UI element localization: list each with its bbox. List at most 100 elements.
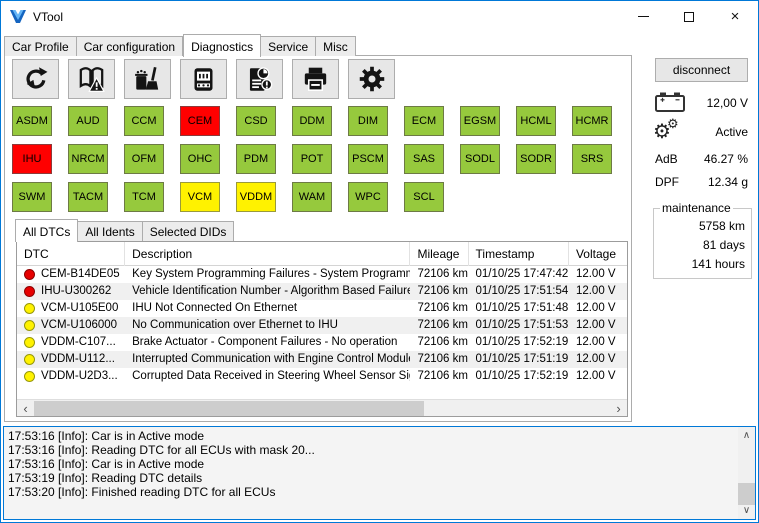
- gear-icon: [358, 65, 386, 93]
- table-row[interactable]: VDDM-U112... Interrupted Communication w…: [17, 351, 627, 368]
- titlebar[interactable]: VTool ×: [1, 1, 758, 32]
- main-tab[interactable]: Service: [261, 36, 316, 56]
- ecu-button[interactable]: SODL: [460, 144, 500, 174]
- ecu-button[interactable]: WAM: [292, 182, 332, 212]
- dtc-voltage-cell: 12.00 V: [569, 334, 627, 351]
- main-tab[interactable]: Car configuration: [77, 36, 183, 56]
- dem-display-button[interactable]: [180, 59, 227, 99]
- ecu-button[interactable]: VCM: [180, 182, 220, 212]
- hscroll-track[interactable]: [34, 400, 610, 417]
- dtc-voltage-cell: 12.00 V: [569, 283, 627, 300]
- ecu-button[interactable]: TCM: [124, 182, 164, 212]
- ecu-button[interactable]: DDM: [292, 106, 332, 136]
- column-header-mileage[interactable]: Mileage: [410, 242, 468, 266]
- dtc-code: VCM-U106000: [41, 317, 117, 334]
- ecu-button[interactable]: TACM: [68, 182, 108, 212]
- dtc-code: VCM-U105E00: [41, 300, 118, 317]
- ecu-button[interactable]: CEM: [180, 106, 220, 136]
- ecu-button[interactable]: CSD: [236, 106, 276, 136]
- column-header-description[interactable]: Description: [125, 242, 410, 266]
- disconnect-button[interactable]: disconnect: [655, 58, 748, 82]
- dtc-tab[interactable]: All DTCs: [15, 219, 78, 242]
- mode-row: ⚙⚙ Active: [655, 119, 748, 145]
- log-textbox[interactable]: 17:53:16 [Info]: Car is in Active mode 1…: [3, 426, 756, 520]
- settings-button[interactable]: [348, 59, 395, 99]
- table-row[interactable]: IHU-U300262 Vehicle Identification Numbe…: [17, 283, 627, 300]
- scroll-right-icon[interactable]: ›: [610, 400, 627, 417]
- ecu-button[interactable]: ECM: [404, 106, 444, 136]
- refresh-button[interactable]: [12, 59, 59, 99]
- trash-broom-icon: [134, 66, 161, 93]
- ecu-button[interactable]: ASDM: [12, 106, 52, 136]
- ecu-button[interactable]: VDDM: [236, 182, 276, 212]
- dtc-tab[interactable]: All Idents: [78, 221, 142, 241]
- dtc-description-cell: Corrupted Data Received in Steering Whee…: [125, 368, 410, 385]
- ecu-button[interactable]: WPC: [348, 182, 388, 212]
- scroll-down-icon[interactable]: ∨: [738, 502, 755, 519]
- dtc-description-cell: IHU Not Connected On Ethernet: [125, 300, 410, 317]
- dtc-code: IHU-U300262: [41, 283, 111, 300]
- minimize-button[interactable]: [620, 1, 666, 32]
- table-horizontal-scrollbar[interactable]: ‹ ›: [17, 399, 627, 416]
- ecu-button[interactable]: SODR: [516, 144, 556, 174]
- table-row[interactable]: VDDM-C107... Brake Actuator - Component …: [17, 334, 627, 351]
- read-dtc-button[interactable]: [68, 59, 115, 99]
- print-button[interactable]: [292, 59, 339, 99]
- dtc-code-cell: CEM-B14DE05: [17, 266, 125, 283]
- log-line: 17:53:16 [Info]: Car is in Active mode: [8, 457, 734, 471]
- column-header-dtc[interactable]: DTC: [17, 242, 125, 266]
- ecu-button[interactable]: POT: [292, 144, 332, 174]
- adb-label: AdB: [655, 152, 678, 166]
- log-lines: 17:53:16 [Info]: Car is in Active mode 1…: [4, 427, 738, 519]
- ecu-button[interactable]: SCL: [404, 182, 444, 212]
- ecu-button[interactable]: PSCM: [348, 144, 388, 174]
- dtc-description-cell: Key System Programming Failures - System…: [125, 266, 410, 283]
- ecu-button[interactable]: CCM: [124, 106, 164, 136]
- clear-dtc-button[interactable]: [124, 59, 171, 99]
- severity-dot-icon: [24, 354, 35, 365]
- ecu-button[interactable]: OFM: [124, 144, 164, 174]
- ecu-button[interactable]: EGSM: [460, 106, 500, 136]
- ecu-button[interactable]: HCMR: [572, 106, 612, 136]
- dtc-report-button[interactable]: [236, 59, 283, 99]
- dtc-code-cell: VCM-U105E00: [17, 300, 125, 317]
- ecu-button[interactable]: HCML: [516, 106, 556, 136]
- scroll-up-icon[interactable]: ∧: [738, 427, 755, 444]
- table-row[interactable]: VCM-U106000 No Communication over Ethern…: [17, 317, 627, 334]
- column-header-timestamp[interactable]: Timestamp: [469, 242, 569, 266]
- window-title: VTool: [33, 10, 63, 24]
- table-row[interactable]: VDDM-U2D3... Corrupted Data Received in …: [17, 368, 627, 385]
- maintenance-km: 5758 km: [660, 217, 745, 236]
- ecu-button[interactable]: SRS: [572, 144, 612, 174]
- column-header-voltage[interactable]: Voltage: [569, 242, 627, 266]
- ecu-button[interactable]: PDM: [236, 144, 276, 174]
- dtc-code-cell: VCM-U106000: [17, 317, 125, 334]
- dtc-tabstrip: All DTCs All Idents Selected DIDs: [15, 219, 234, 241]
- main-tab[interactable]: Misc: [316, 36, 356, 56]
- table-row[interactable]: CEM-B14DE05 Key System Programming Failu…: [17, 266, 627, 283]
- ecu-button[interactable]: NRCM: [68, 144, 108, 174]
- hscroll-thumb[interactable]: [34, 401, 424, 416]
- ecu-button[interactable]: IHU: [12, 144, 52, 174]
- ecu-button[interactable]: OHC: [180, 144, 220, 174]
- maintenance-title: maintenance: [660, 201, 733, 215]
- dtc-mileage-cell: 72106 km: [410, 334, 468, 351]
- main-tab[interactable]: Car Profile: [4, 36, 77, 56]
- refresh-icon: [23, 66, 49, 92]
- main-tab[interactable]: Diagnostics: [183, 34, 261, 57]
- dtc-voltage-cell: 12.00 V: [569, 351, 627, 368]
- gears-icon: ⚙⚙: [655, 120, 681, 144]
- dtc-tab[interactable]: Selected DIDs: [143, 221, 235, 241]
- log-vertical-scrollbar[interactable]: ∧ ∨: [738, 427, 755, 519]
- maximize-button[interactable]: [666, 1, 712, 32]
- close-button[interactable]: ×: [712, 1, 758, 32]
- ecu-button[interactable]: AUD: [68, 106, 108, 136]
- vtool-logo-icon: [10, 10, 26, 24]
- log-line: 17:53:16 [Info]: Car is in Active mode: [8, 429, 734, 443]
- table-row[interactable]: VCM-U105E00 IHU Not Connected On Etherne…: [17, 300, 627, 317]
- ecu-button[interactable]: SAS: [404, 144, 444, 174]
- ecu-button[interactable]: SWM: [12, 182, 52, 212]
- dpf-value: 12.34 g: [708, 175, 748, 189]
- scroll-left-icon[interactable]: ‹: [17, 400, 34, 417]
- ecu-button[interactable]: DIM: [348, 106, 388, 136]
